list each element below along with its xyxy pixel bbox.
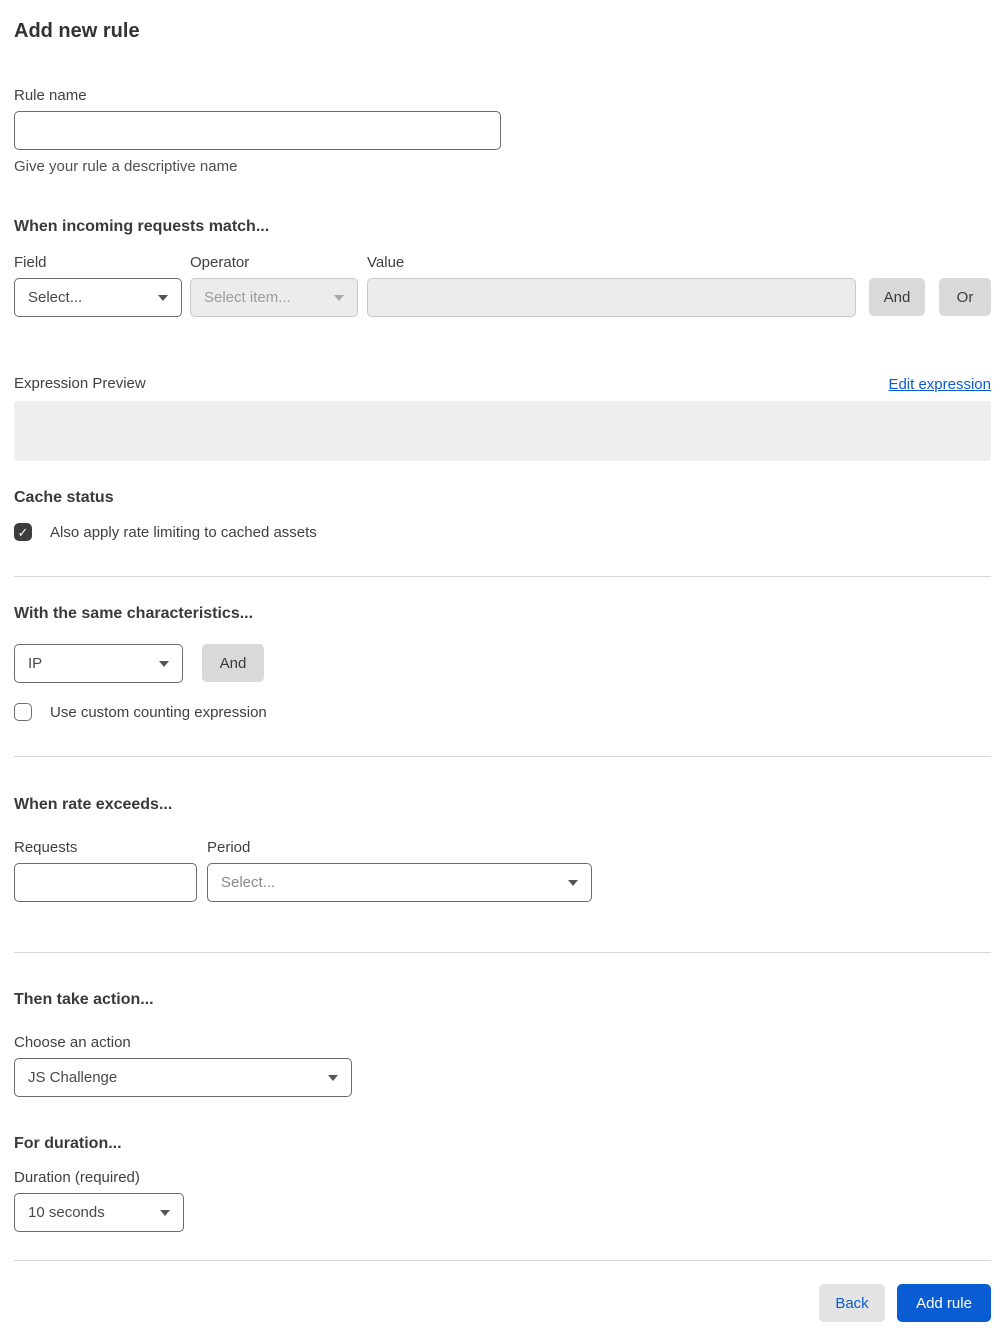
operator-select: Select item... [190,278,358,317]
choose-action-label: Choose an action [14,1034,131,1051]
or-button[interactable]: Or [939,278,991,316]
rule-name-help: Give your rule a descriptive name [14,158,238,175]
action-select[interactable]: JS Challenge [14,1058,352,1097]
requests-label: Requests [14,839,78,856]
duration-heading: For duration... [14,1135,122,1152]
action-select-value: JS Challenge [28,1069,118,1086]
rule-name-label: Rule name [14,87,87,104]
characteristics-heading: With the same characteristics... [14,605,254,622]
custom-expression-checkbox[interactable] [14,703,32,721]
field-label: Field [14,254,47,271]
chevron-down-icon [159,660,169,667]
divider [14,756,991,757]
operator-select-value: Select item... [204,289,291,306]
period-select-value: Select... [221,874,276,891]
divider [14,952,991,953]
characteristics-select-value: IP [28,655,43,672]
requests-input[interactable] [14,863,197,902]
chevron-down-icon [328,1074,338,1081]
divider [14,576,991,577]
back-button[interactable]: Back [819,1284,885,1322]
chevron-down-icon [160,1209,170,1216]
cache-status-heading: Cache status [14,489,114,506]
field-select[interactable]: Select... [14,278,182,317]
rate-heading: When rate exceeds... [14,796,173,813]
characteristics-and-button[interactable]: And [202,644,264,682]
period-label: Period [207,839,251,856]
chevron-down-icon [334,294,344,301]
value-label: Value [367,254,405,271]
action-heading: Then take action... [14,991,154,1008]
duration-select-value: 10 seconds [28,1204,105,1221]
duration-select[interactable]: 10 seconds [14,1193,184,1232]
operator-label: Operator [190,254,250,271]
divider [14,1260,991,1261]
chevron-down-icon [158,294,168,301]
page-title: Add new rule [14,20,140,42]
custom-expression-row: Use custom counting expression [14,703,991,721]
expression-preview-box [14,401,991,461]
characteristics-row: IP And [14,644,991,683]
rate-row: Requests Period Select... [14,838,991,902]
custom-expression-label: Use custom counting expression [50,703,267,721]
field-select-value: Select... [28,289,83,306]
cache-checkbox[interactable]: ✓ [14,523,32,541]
expression-preview-label: Expression Preview [14,375,146,392]
and-button[interactable]: And [869,278,925,316]
add-rule-form: Add new rule Rule name Give your rule a … [0,0,1002,1333]
chevron-down-icon [568,879,578,886]
rule-name-input[interactable] [14,111,501,150]
value-input [367,278,856,317]
cache-checkbox-label: Also apply rate limiting to cached asset… [50,523,317,541]
edit-expression-link[interactable]: Edit expression [888,376,991,393]
match-row: Field Select... Operator Select item... … [14,253,991,317]
characteristics-select[interactable]: IP [14,644,183,683]
match-section-heading: When incoming requests match... [14,218,270,235]
expression-header: Expression Preview Edit expression [14,374,991,393]
cache-checkbox-row: ✓ Also apply rate limiting to cached ass… [14,523,991,541]
footer-actions: Back Add rule [14,1284,991,1322]
check-icon: ✓ [17,524,29,540]
add-rule-button[interactable]: Add rule [897,1284,991,1322]
duration-label: Duration (required) [14,1169,140,1186]
period-select[interactable]: Select... [207,863,592,902]
